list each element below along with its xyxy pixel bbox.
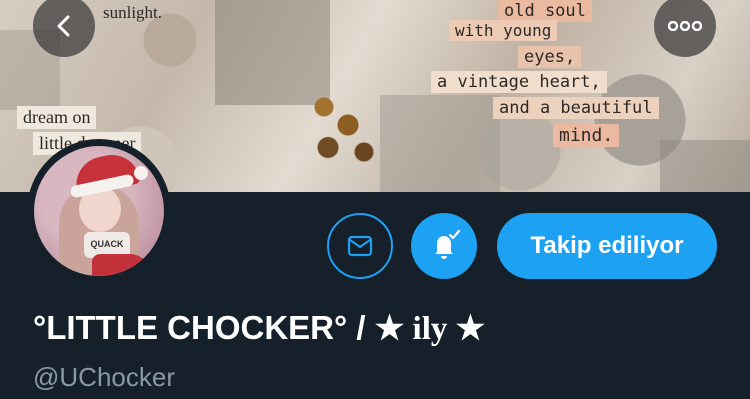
collage-piece [660, 140, 750, 192]
collage-piece [380, 95, 500, 192]
display-name: °LITTLE CHOCKER° / ★ ily ★ [33, 308, 485, 348]
leaves-decoration [300, 80, 380, 170]
display-name-main: °LITTLE CHOCKER° / [33, 309, 366, 346]
banner-text: with young [449, 20, 558, 41]
envelope-icon [347, 235, 373, 257]
banner-text: a vintage heart, [431, 71, 607, 93]
chevron-left-icon [57, 15, 70, 37]
banner-text: and a beautiful [493, 97, 659, 119]
following-button-label: Takip ediliyor [530, 232, 684, 259]
banner-text: old soul [498, 0, 592, 22]
back-button[interactable] [33, 0, 95, 57]
following-button[interactable]: Takip ediliyor [497, 213, 717, 279]
more-options-button[interactable] [654, 0, 716, 57]
avatar[interactable]: QUACK [34, 146, 164, 276]
notifications-button[interactable] [411, 213, 477, 279]
banner-text: sunlight. [103, 3, 163, 22]
display-name-suffix: ★ ily ★ [374, 311, 486, 347]
avatar-skirt [92, 254, 150, 276]
banner-text: eyes, [518, 46, 582, 68]
banner-text: mind. [553, 124, 620, 147]
user-handle: @UChocker [33, 362, 175, 392]
banner-text: dream on [17, 106, 97, 129]
bell-check-icon [435, 229, 461, 259]
message-button[interactable] [327, 213, 393, 279]
santa-hat-pompom [134, 166, 148, 180]
avatar-shirt-text: QUACK [90, 239, 124, 249]
more-horizontal-icon [668, 21, 702, 31]
